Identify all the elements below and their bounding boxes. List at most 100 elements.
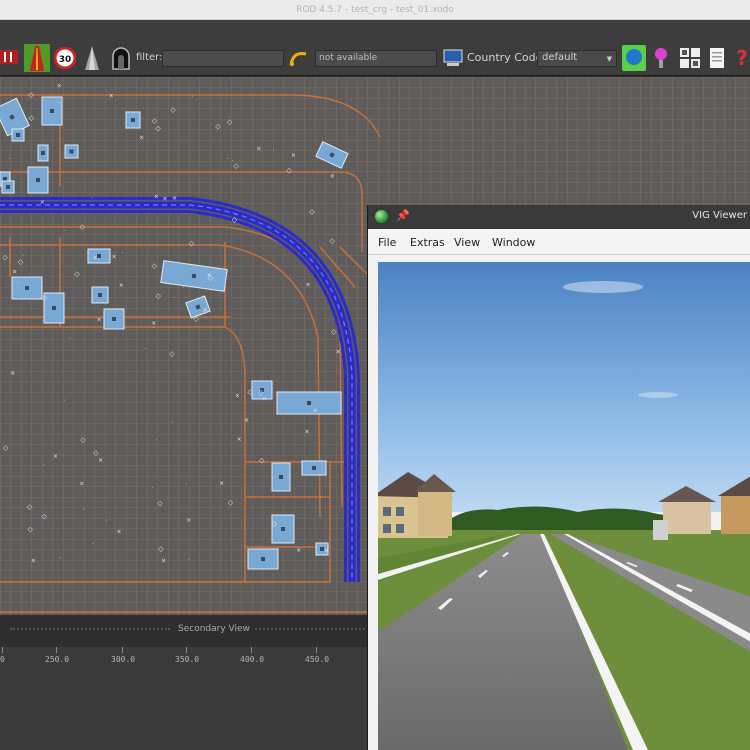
road-object-marker: · bbox=[27, 505, 29, 512]
signal-icon[interactable] bbox=[289, 49, 309, 67]
road-object-marker: · bbox=[121, 250, 123, 257]
road-object-glyph bbox=[36, 178, 40, 182]
ruler-tick: 400.0 bbox=[240, 655, 265, 664]
road-object-glyph bbox=[6, 185, 10, 189]
secondary-view-label: Secondary View bbox=[178, 624, 250, 634]
pin-icon[interactable]: 📌 bbox=[396, 209, 410, 222]
road-object-glyph bbox=[16, 133, 20, 137]
road-icon[interactable] bbox=[0, 40, 22, 74]
road-object-marker: ◇ bbox=[309, 208, 315, 216]
road-object-marker: ◇ bbox=[193, 315, 199, 323]
cone-icon[interactable] bbox=[84, 45, 100, 71]
road-object-marker: · bbox=[203, 279, 205, 286]
road-object-marker: · bbox=[105, 518, 107, 525]
road-object-marker: × bbox=[79, 481, 84, 488]
road-object-marker: × bbox=[296, 547, 301, 554]
road-object-marker: · bbox=[320, 495, 322, 502]
road-object-glyph bbox=[50, 109, 54, 113]
menu-file[interactable]: File bbox=[378, 236, 396, 249]
help-icon[interactable]: ? bbox=[734, 47, 750, 69]
road-object-marker: · bbox=[64, 228, 66, 235]
road-object-marker: ◇ bbox=[215, 122, 221, 130]
vig-title: VIG Viewer bbox=[692, 210, 747, 221]
object-name-field[interactable]: not available bbox=[315, 50, 437, 67]
road-object-glyph bbox=[112, 317, 116, 321]
road-object-glyph bbox=[98, 293, 102, 297]
road-object-marker: ◇ bbox=[258, 388, 264, 396]
road-object-marker: × bbox=[98, 457, 103, 464]
road-object-marker: ◇ bbox=[155, 124, 161, 132]
road-object-marker: ◇ bbox=[3, 444, 9, 452]
road-object-marker: · bbox=[69, 335, 71, 342]
filter-input[interactable] bbox=[162, 50, 284, 67]
road-object-marker: × bbox=[207, 272, 212, 279]
menu-extras[interactable]: Extras bbox=[410, 236, 445, 249]
tunnel-icon[interactable] bbox=[112, 46, 130, 70]
road-object-marker: × bbox=[92, 255, 97, 262]
road-object-marker: ◇ bbox=[228, 498, 234, 506]
road-object-glyph bbox=[279, 475, 283, 479]
road-object-marker: ◇ bbox=[189, 240, 195, 248]
menu-view[interactable]: View bbox=[454, 236, 480, 249]
road-object-glyph bbox=[41, 151, 45, 155]
road-object-marker: ◇ bbox=[41, 513, 47, 521]
road-object-marker: × bbox=[53, 453, 58, 460]
road-object-marker: · bbox=[145, 346, 147, 353]
menu-window[interactable]: Window bbox=[492, 236, 535, 249]
3d-scene-view[interactable] bbox=[378, 262, 750, 750]
road-object-glyph bbox=[261, 557, 265, 561]
road-object-marker: · bbox=[188, 557, 190, 564]
country-code-select[interactable]: default ▼ bbox=[537, 50, 617, 67]
vig-title-bar[interactable]: 📌 VIG Viewer bbox=[368, 205, 750, 229]
road-object-marker: ◇ bbox=[227, 118, 233, 126]
ruler-tick: 300.0 bbox=[111, 655, 136, 664]
road-object-marker: × bbox=[96, 316, 101, 323]
road-object-marker: · bbox=[82, 506, 84, 513]
globe-button-icon[interactable] bbox=[622, 45, 646, 71]
road-object-marker: · bbox=[61, 106, 63, 113]
road-object-marker: ◇ bbox=[18, 258, 24, 266]
road-object-marker: · bbox=[228, 321, 230, 328]
road-object-marker: × bbox=[139, 134, 144, 141]
grid-icon[interactable] bbox=[679, 47, 701, 69]
speed-limit-icon[interactable]: 30 bbox=[54, 47, 76, 69]
road-object-marker: × bbox=[40, 199, 45, 206]
road-scene-render bbox=[378, 262, 750, 750]
monitor-icon[interactable] bbox=[443, 48, 463, 68]
vig-viewer-window[interactable]: 📌 VIG Viewer File Extras View Window bbox=[367, 205, 750, 750]
vig-menu-bar: File Extras View Window bbox=[368, 229, 750, 255]
pink-pin-icon[interactable] bbox=[653, 46, 669, 70]
road-object-marker: × bbox=[12, 269, 17, 276]
splitter-dots-right bbox=[255, 628, 365, 630]
road-object-marker: ◇ bbox=[79, 223, 85, 231]
speed-limit-value: 30 bbox=[59, 55, 72, 65]
road-object-marker: · bbox=[156, 437, 158, 444]
road-object-marker: ◇ bbox=[232, 216, 238, 224]
highway-icon[interactable] bbox=[24, 44, 50, 72]
road-object-marker: ◇ bbox=[29, 114, 35, 122]
road-object-marker: ◇ bbox=[331, 328, 337, 336]
road-object-marker: × bbox=[262, 395, 267, 402]
ruler-tick: 0 bbox=[0, 655, 5, 664]
road-object-marker: × bbox=[203, 307, 208, 314]
road-object-marker: × bbox=[306, 282, 311, 289]
ruler-tick: 350.0 bbox=[175, 655, 200, 664]
document-icon[interactable] bbox=[709, 47, 725, 69]
road-object-marker: ◇ bbox=[272, 520, 278, 528]
road-object-marker: ◇ bbox=[234, 162, 240, 170]
secondary-view-bar[interactable]: Secondary View bbox=[0, 615, 368, 647]
road-object-marker: × bbox=[172, 195, 177, 202]
country-code-value: default bbox=[542, 52, 578, 63]
road-object-marker: · bbox=[92, 541, 94, 548]
road-object-marker: × bbox=[313, 407, 318, 414]
road-object-marker: · bbox=[185, 481, 187, 488]
road-object-marker: ◇ bbox=[27, 526, 33, 534]
road-object-glyph bbox=[97, 254, 101, 258]
road-object-glyph bbox=[52, 306, 56, 310]
road-object-marker: ◇ bbox=[2, 254, 8, 262]
road-object-marker: × bbox=[324, 548, 329, 555]
road-object-marker: × bbox=[154, 194, 159, 201]
svg-text:?: ? bbox=[736, 47, 748, 69]
road-object-marker: · bbox=[8, 156, 10, 163]
window-title: ROD 4.5.7 - test_crg - test_01.xodo bbox=[296, 5, 454, 15]
